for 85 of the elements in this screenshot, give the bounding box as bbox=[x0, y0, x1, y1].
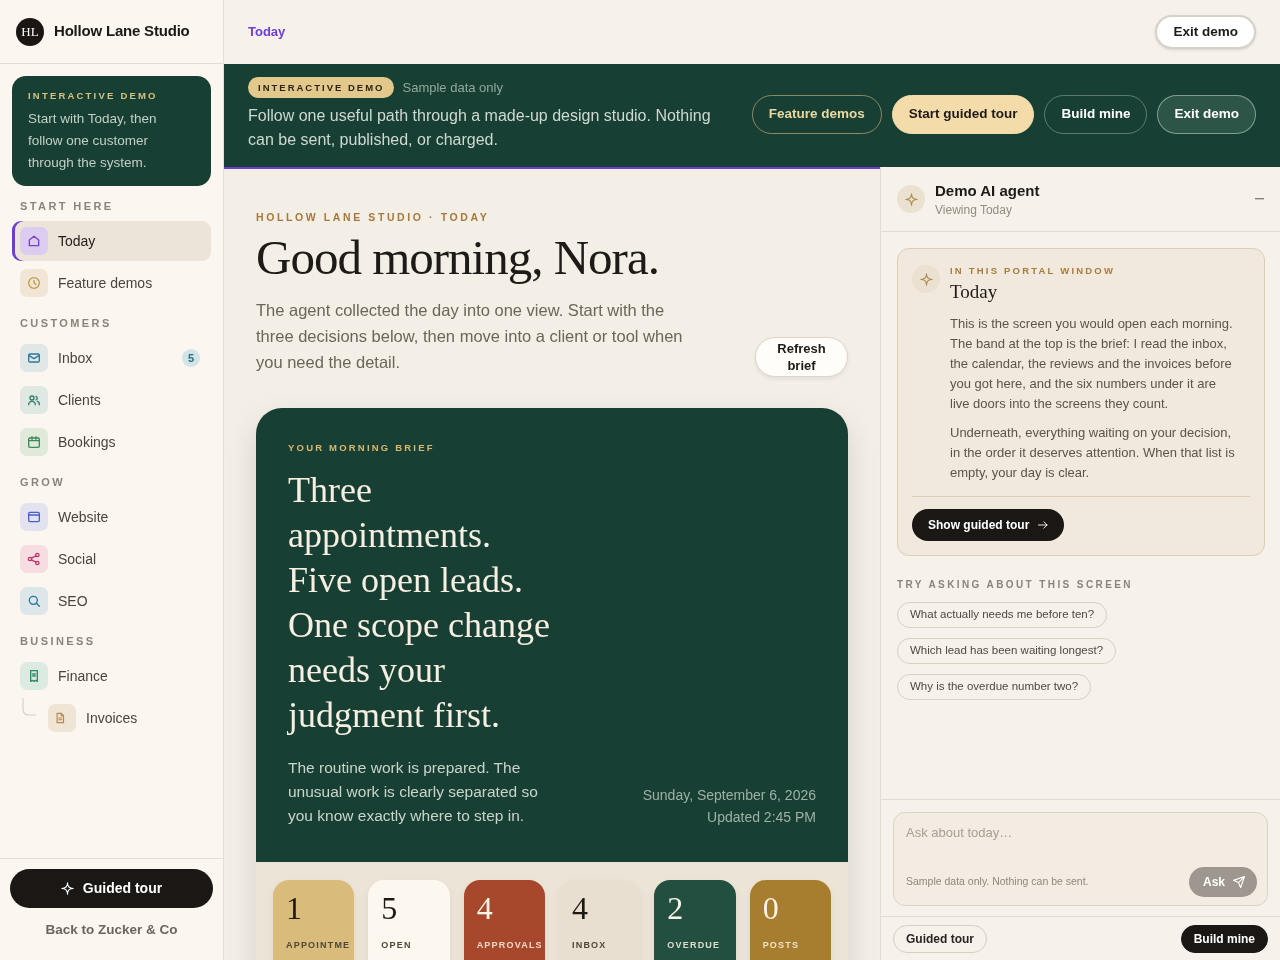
brand-monogram: HL bbox=[16, 17, 44, 46]
receipt-icon bbox=[20, 662, 48, 690]
refresh-button[interactable]: Refresh brief bbox=[755, 337, 848, 377]
banner-description: Follow one useful path through a made-up design studio. Nothing can be sent, published, or charged. bbox=[248, 106, 712, 150]
nav-item[interactable]: Website bbox=[12, 497, 211, 537]
stat-tile[interactable]: 4 APPROVALS bbox=[463, 880, 545, 960]
stat-tile[interactable]: 5 OPEN bbox=[368, 880, 450, 960]
demo-kicker: INTERACTIVE DEMO bbox=[28, 90, 159, 101]
updated-time: Updated 2:45 PM bbox=[706, 808, 816, 827]
brief-date: Sunday, September 6, 2026 bbox=[642, 786, 816, 805]
agent-subtitle: Viewing Today bbox=[935, 201, 1013, 218]
greeting-heading: Good morning, Nora. bbox=[256, 230, 660, 286]
sparkle-icon bbox=[60, 881, 74, 895]
stat-label: APPROVALS bbox=[476, 940, 543, 951]
stat-tile[interactable]: 1 APPOINTME bbox=[273, 880, 355, 960]
suggestions-label: TRY ASKING ABOUT THIS SCREEN bbox=[897, 579, 1134, 590]
start-tour-button[interactable]: Start guided tour bbox=[891, 95, 1035, 134]
stat-label: APPOINTME bbox=[286, 940, 351, 951]
home-icon bbox=[20, 227, 48, 255]
intro-text: The agent collected the day into one view. Start with the three decisions below, then move into a client or tool when you need the detail. bbox=[256, 300, 684, 373]
ask-field[interactable]: Ask about today… bbox=[906, 823, 1257, 867]
people-icon bbox=[20, 386, 48, 414]
nav-item[interactable]: Finance bbox=[12, 656, 211, 696]
suggestion-chip[interactable]: Why is the overdue number two? bbox=[897, 674, 1092, 700]
arrow-icon bbox=[1038, 520, 1049, 530]
suggestion-chip[interactable]: What actually needs me before ten? bbox=[897, 602, 1108, 628]
minimize-icon[interactable] bbox=[1255, 198, 1264, 200]
page-kicker: HOLLOW LANE STUDIO · TODAY bbox=[256, 211, 491, 223]
nav-item[interactable]: Social bbox=[12, 539, 211, 579]
agent-title: Demo AI agent bbox=[935, 180, 1040, 200]
exit-demo-button[interactable]: Exit demo bbox=[1157, 95, 1256, 134]
brief-headline: Three appointments. Five open leads. One scope change needs your judgment first. bbox=[288, 469, 551, 737]
context-kicker: IN THIS PORTAL WINDOW bbox=[950, 265, 1117, 276]
demo-tag: INTERACTIVE DEMO bbox=[248, 77, 395, 98]
section-label: START HERE bbox=[19, 200, 115, 213]
exit-demo-button[interactable]: Exit demo bbox=[1155, 15, 1256, 49]
stat-label: INBOX bbox=[572, 940, 607, 951]
section-label: CUSTOMERS bbox=[19, 317, 113, 330]
nav-item[interactable]: Feature demos bbox=[12, 263, 211, 303]
nav-item[interactable]: Today bbox=[12, 221, 211, 261]
unread-count: 5 bbox=[182, 349, 200, 367]
nav-item[interactable]: Clients bbox=[12, 380, 211, 420]
nav-item[interactable]: Inbox 5 bbox=[12, 338, 211, 378]
suggestion-chip[interactable]: Which lead has been waiting longest? bbox=[897, 638, 1117, 664]
section-label: BUSINESS bbox=[19, 635, 97, 648]
brief-summary: The routine work is prepared. The unusual work is clearly separated so you know exactly where to step in. bbox=[288, 758, 539, 826]
show-tour-button[interactable]: Show guided tour bbox=[912, 509, 1065, 541]
build-mine-button[interactable]: Build mine bbox=[1180, 925, 1268, 953]
stat-value: 1 bbox=[286, 892, 302, 924]
section-label: GROW bbox=[19, 476, 67, 489]
context-paragraph: This is the screen you would open each morning. The band at the top is the brief: I read the inbox, the calendar, the reviews and the invoices before you got here, and the six numbers under it are live doors into the screens they count. bbox=[950, 315, 1234, 413]
sample-note: Sample data only bbox=[402, 78, 503, 97]
mail-icon bbox=[20, 344, 48, 372]
calendar-icon bbox=[20, 428, 48, 456]
share-icon bbox=[20, 545, 48, 573]
context-title: Today bbox=[950, 280, 999, 304]
context-paragraph: Underneath, everything waiting on your decision, in the order it deserves attention. When that list is empty, your day is clear. bbox=[950, 424, 1236, 482]
nav-item[interactable]: Invoices bbox=[40, 698, 211, 738]
stat-value: 4 bbox=[476, 892, 493, 924]
tree-connector-icon bbox=[22, 698, 36, 716]
stat-label: OPEN bbox=[381, 940, 412, 951]
demo-description: Start with Today, then follow one customer through the system. bbox=[28, 110, 158, 172]
stat-label: OVERDUE bbox=[667, 940, 721, 951]
clock-icon bbox=[20, 269, 48, 297]
stat-value: 0 bbox=[762, 892, 779, 924]
stat-value: 2 bbox=[667, 892, 684, 924]
sparkle-icon bbox=[897, 185, 925, 213]
stat-value: 5 bbox=[381, 892, 398, 924]
sparkle-icon bbox=[912, 265, 940, 293]
send-icon bbox=[1233, 876, 1245, 888]
stat-value: 4 bbox=[572, 892, 588, 924]
stat-tile[interactable]: 2 OVERDUE bbox=[654, 880, 736, 960]
nav-item[interactable]: SEO bbox=[12, 581, 211, 621]
stat-tile[interactable]: 4 INBOX bbox=[559, 880, 641, 960]
back-link[interactable]: Back to Zucker & Co bbox=[10, 919, 213, 940]
document-icon bbox=[48, 704, 76, 732]
nav-item[interactable]: Bookings bbox=[12, 422, 211, 462]
composer-note: Sample data only. Nothing can be sent. bbox=[906, 874, 1089, 890]
brand-name: Hollow Lane Studio bbox=[54, 21, 190, 42]
breadcrumb-link[interactable]: Today bbox=[248, 22, 286, 42]
stat-label: POSTS bbox=[762, 940, 800, 951]
brief-kicker: YOUR MORNING BRIEF bbox=[288, 442, 436, 453]
browser-window-icon bbox=[20, 503, 48, 531]
guided-tour-button[interactable]: Guided tour bbox=[10, 868, 213, 908]
search-icon bbox=[20, 587, 48, 615]
